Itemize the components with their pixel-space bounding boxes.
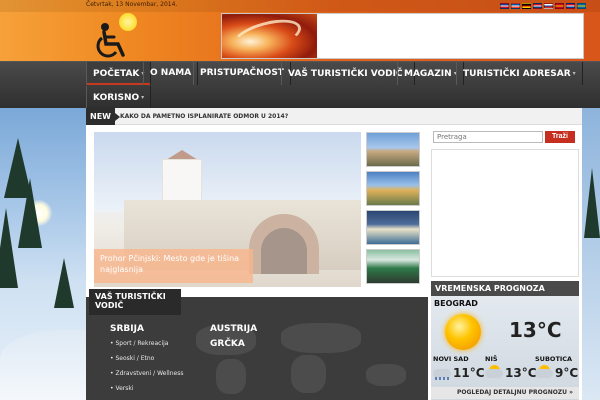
nav-item-korisno[interactable]: KORISNO ▾ [86, 86, 152, 109]
nav-item-o-nama[interactable]: O NAMA [143, 62, 199, 85]
sidebar: Traži VREMENSKA PROGNOZA BEOGRAD 13°C NO… [428, 125, 582, 400]
weather-detail-link[interactable]: POGLEDAJ DETALJNU PROGNOZU » [431, 387, 579, 399]
weather-city-temp: 9°C [555, 366, 579, 380]
weather-city-temp: 11°C [453, 366, 485, 380]
weather-city-forecast: SUBOTICA 9°C [535, 355, 579, 385]
guide-sublink[interactable]: Verski [110, 385, 133, 392]
nav-label: KORISNO [93, 93, 140, 103]
guide-sublink[interactable]: Sport / Rekreacija [110, 340, 168, 347]
language-flag-icon[interactable] [533, 3, 542, 9]
nav-label: TURISTIČKI ADRESAR [463, 69, 571, 79]
header-banner-ad[interactable] [221, 13, 584, 59]
nav-item-turisticki-vodic[interactable]: VAŠ TURISTIČKI VODIČ ▾ [281, 62, 415, 85]
map-continent [216, 359, 246, 394]
country-link-grcka[interactable]: GRČKA [210, 339, 245, 349]
slider-thumbnail[interactable] [366, 171, 420, 206]
language-flag-icon[interactable] [566, 3, 575, 9]
nav-label: O NAMA [150, 68, 192, 78]
weather-city-forecast: NOVI SAD 11°C [433, 355, 485, 385]
nav-item-pocetak[interactable]: POČETAK ▾ [86, 62, 152, 85]
language-flag-icon[interactable] [522, 3, 531, 9]
weather-widget-title: VREMENSKA PROGNOZA [431, 281, 579, 296]
guide-sublink[interactable]: Zdravstveni / Wellness [110, 370, 183, 377]
chevron-down-icon: ▾ [572, 70, 576, 77]
nav-item-turisticki-adresar[interactable]: TURISTIČKI ADRESAR ▾ [456, 62, 583, 85]
language-flag-icon[interactable] [555, 3, 564, 9]
language-flag-icon[interactable] [544, 3, 553, 9]
country-link-srbija[interactable]: SRBIJA [110, 324, 144, 334]
new-badge: NEW [86, 108, 120, 125]
main-content: Prohor Pčinjski: Mesto gde je tišina naj… [86, 125, 428, 400]
left-background-winter-image [0, 108, 86, 400]
nav-label: PRISTUPAČNOST [200, 68, 284, 78]
rain-icon [433, 365, 451, 380]
language-flags [500, 3, 586, 9]
partly-cloudy-icon [535, 365, 553, 379]
right-background-winter-image [582, 108, 600, 400]
chevron-down-icon: ▾ [141, 94, 145, 101]
nav-label: MAGAZIN [404, 69, 452, 79]
language-flag-icon[interactable] [577, 3, 586, 9]
site-header: Četvrtak, 13 Novembar, 2014. [0, 0, 600, 61]
nav-label: POČETAK [93, 69, 140, 79]
search-button[interactable]: Traži [545, 131, 575, 143]
tourist-guide-section: VAŠ TURISTIČKI VODIČ SRBIJA AUSTRIJA GRČ… [86, 289, 428, 400]
sidebar-ad-box [431, 149, 579, 277]
slider-thumbnail[interactable] [366, 249, 420, 284]
nav-item-pristupacnost[interactable]: PRISTUPAČNOST [193, 62, 291, 85]
main-navigation: POČETAK ▾ O NAMA PRISTUPAČNOST VAŠ TURIST… [0, 61, 600, 109]
weather-city-temp: 13°C [505, 366, 537, 380]
language-flag-icon[interactable] [511, 3, 520, 9]
background-tree [0, 208, 18, 288]
ticker-headline-link[interactable]: KAKO DA PAMETNO ISPLANIRATE ODMOR U 2014… [120, 108, 288, 125]
weather-city-name: NOVI SAD [433, 355, 469, 363]
nav-label: VAŠ TURISTIČKI VODIČ [288, 69, 403, 79]
map-continent [291, 355, 326, 393]
search-input[interactable] [433, 131, 543, 143]
news-ticker: NEW KAKO DA PAMETNO ISPLANIRATE ODMOR U … [86, 108, 582, 125]
background-tree [584, 168, 600, 238]
sun-icon [445, 314, 481, 350]
country-link-austrija[interactable]: AUSTRIJA [210, 324, 257, 334]
language-flag-icon[interactable] [500, 3, 509, 9]
guide-sublink[interactable]: Seoski / Etno [110, 355, 154, 362]
weather-city-name: NIŠ [485, 355, 498, 363]
slider-thumbnail[interactable] [366, 210, 420, 245]
background-snow [0, 330, 86, 400]
featured-slider[interactable]: Prohor Pčinjski: Mesto gde je tišina naj… [94, 132, 361, 287]
wheelchair-logo-icon[interactable] [94, 22, 130, 60]
background-tree [18, 178, 42, 248]
weather-widget: BEOGRAD 13°C NOVI SAD 11°C NIŠ 13°C SUBO… [431, 296, 579, 400]
slider-thumbnails [366, 132, 420, 288]
background-tree [54, 258, 74, 308]
weather-main-city: BEOGRAD [434, 299, 478, 308]
map-continent [366, 364, 406, 386]
current-date: Četvrtak, 13 Novembar, 2014. [86, 1, 178, 8]
weather-city-forecast: NIŠ 13°C [485, 355, 537, 385]
nav-item-magazin[interactable]: MAGAZIN ▾ [397, 62, 464, 85]
guide-section-title: VAŠ TURISTIČKI VODIČ [89, 289, 181, 315]
slider-thumbnail[interactable] [366, 132, 420, 167]
weather-main-temp: 13°C [509, 318, 562, 342]
slide-caption-link[interactable]: Prohor Pčinjski: Mesto gde je tišina naj… [94, 249, 253, 283]
partly-cloudy-icon [485, 365, 503, 379]
weather-city-name: SUBOTICA [535, 355, 573, 363]
map-continent [281, 323, 361, 353]
